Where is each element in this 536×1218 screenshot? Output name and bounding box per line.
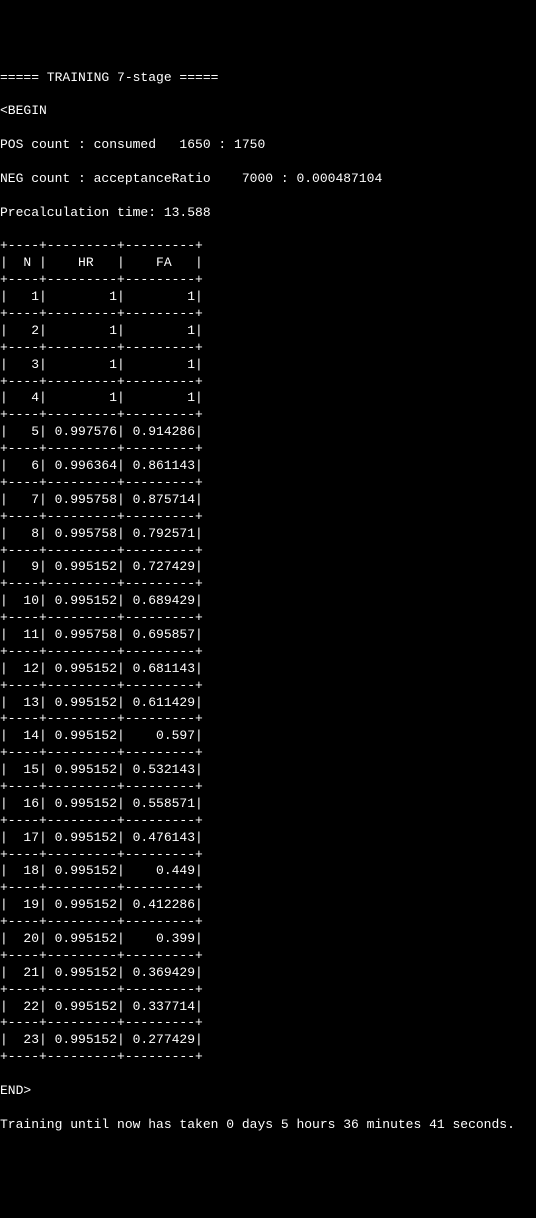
precalc-line: Precalculation time: 13.588 <box>0 205 536 222</box>
table-row: | 12| 0.995152| 0.681143| <box>0 661 536 678</box>
table-separator: +----+---------+---------+ <box>0 847 536 864</box>
table-row: | 2| 1| 1| <box>0 323 536 340</box>
table-row: | 14| 0.995152| 0.597| <box>0 728 536 745</box>
table-separator: +----+---------+---------+ <box>0 813 536 830</box>
table-separator: +----+---------+---------+ <box>0 340 536 357</box>
table-separator: +----+---------+---------+ <box>0 1015 536 1032</box>
table-row: | 22| 0.995152| 0.337714| <box>0 999 536 1016</box>
training-table: +----+---------+---------+| N | HR | FA … <box>0 238 536 1066</box>
table-row: | 20| 0.995152| 0.399| <box>0 931 536 948</box>
table-separator: +----+---------+---------+ <box>0 543 536 560</box>
table-row: | 11| 0.995758| 0.695857| <box>0 627 536 644</box>
table-row: | 3| 1| 1| <box>0 357 536 374</box>
table-row: | 4| 1| 1| <box>0 390 536 407</box>
pos-count-line: POS count : consumed 1650 : 1750 <box>0 137 536 154</box>
table-row: | 19| 0.995152| 0.412286| <box>0 897 536 914</box>
table-separator: +----+---------+---------+ <box>0 576 536 593</box>
table-separator: +----+---------+---------+ <box>0 238 536 255</box>
table-row: | 15| 0.995152| 0.532143| <box>0 762 536 779</box>
title-line: ===== TRAINING 7-stage ===== <box>0 70 536 87</box>
table-separator: +----+---------+---------+ <box>0 779 536 796</box>
begin-tag: <BEGIN <box>0 103 536 120</box>
timing-line: Training until now has taken 0 days 5 ho… <box>0 1117 536 1134</box>
table-separator: +----+---------+---------+ <box>0 374 536 391</box>
table-row: | 10| 0.995152| 0.689429| <box>0 593 536 610</box>
neg-count-line: NEG count : acceptanceRatio 7000 : 0.000… <box>0 171 536 188</box>
table-separator: +----+---------+---------+ <box>0 610 536 627</box>
table-row: | 8| 0.995758| 0.792571| <box>0 526 536 543</box>
table-row: | 23| 0.995152| 0.277429| <box>0 1032 536 1049</box>
end-tag: END> <box>0 1083 536 1100</box>
table-row: | 13| 0.995152| 0.611429| <box>0 695 536 712</box>
table-separator: +----+---------+---------+ <box>0 914 536 931</box>
table-separator: +----+---------+---------+ <box>0 644 536 661</box>
table-separator: +----+---------+---------+ <box>0 948 536 965</box>
table-row: | 7| 0.995758| 0.875714| <box>0 492 536 509</box>
table-row: | 16| 0.995152| 0.558571| <box>0 796 536 813</box>
table-row: | 17| 0.995152| 0.476143| <box>0 830 536 847</box>
table-row: | 1| 1| 1| <box>0 289 536 306</box>
table-separator: +----+---------+---------+ <box>0 475 536 492</box>
table-row: | 6| 0.996364| 0.861143| <box>0 458 536 475</box>
table-separator: +----+---------+---------+ <box>0 678 536 695</box>
table-separator: +----+---------+---------+ <box>0 272 536 289</box>
table-row: | 5| 0.997576| 0.914286| <box>0 424 536 441</box>
table-separator: +----+---------+---------+ <box>0 407 536 424</box>
table-row: | 21| 0.995152| 0.369429| <box>0 965 536 982</box>
table-separator: +----+---------+---------+ <box>0 1049 536 1066</box>
table-separator: +----+---------+---------+ <box>0 306 536 323</box>
table-row: | 9| 0.995152| 0.727429| <box>0 559 536 576</box>
table-separator: +----+---------+---------+ <box>0 441 536 458</box>
table-separator: +----+---------+---------+ <box>0 880 536 897</box>
table-row: | 18| 0.995152| 0.449| <box>0 863 536 880</box>
table-separator: +----+---------+---------+ <box>0 745 536 762</box>
table-separator: +----+---------+---------+ <box>0 711 536 728</box>
table-row: | N | HR | FA | <box>0 255 536 272</box>
table-separator: +----+---------+---------+ <box>0 509 536 526</box>
table-separator: +----+---------+---------+ <box>0 982 536 999</box>
